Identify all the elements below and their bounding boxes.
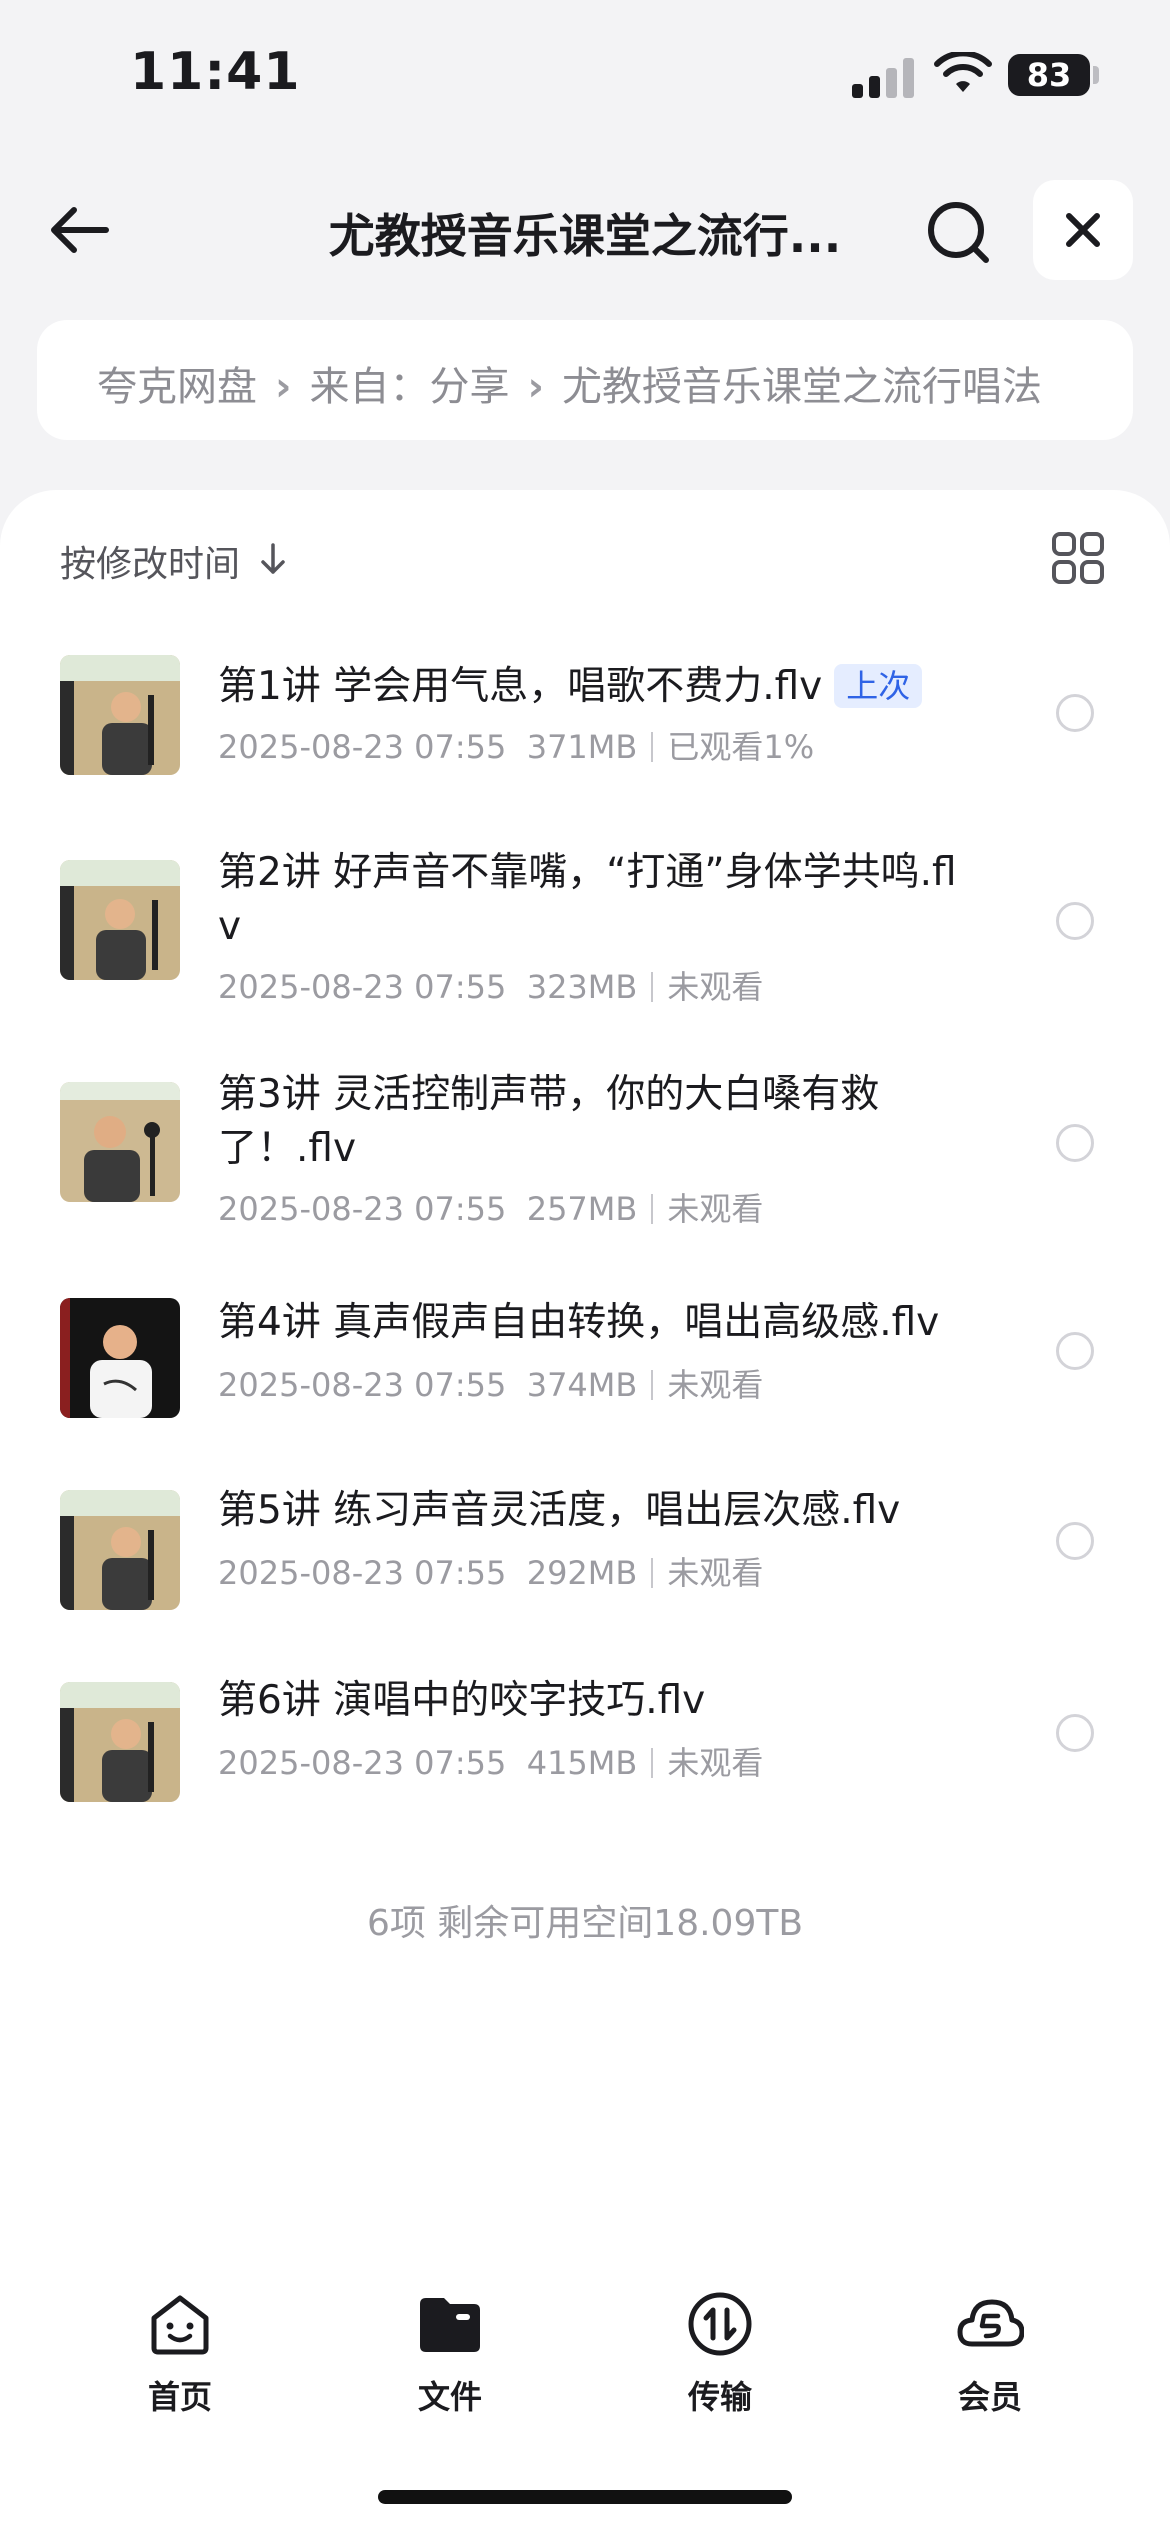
tab-home[interactable]: 首页 bbox=[80, 2280, 280, 2440]
file-date: 2025-08-23 07:55 bbox=[218, 1190, 507, 1228]
list-item[interactable]: 第6讲 演唱中的咬字技巧.flv 2025-08-23 07:55 415MB 未… bbox=[0, 1660, 1170, 1860]
video-thumbnail bbox=[60, 1298, 180, 1418]
file-name: 第5讲 练习声音灵活度，唱出层次感.flv bbox=[218, 1488, 901, 1533]
tab-label: 会员 bbox=[957, 2378, 1022, 2416]
home-face-icon bbox=[151, 2295, 209, 2355]
file-size: 292MB bbox=[526, 1554, 638, 1592]
close-icon bbox=[1066, 213, 1100, 247]
watch-status: 未观看 bbox=[667, 1190, 764, 1228]
file-meta: 2025-08-23 07:55 415MB 未观看 bbox=[218, 1738, 763, 1784]
video-thumbnail bbox=[60, 1682, 180, 1802]
file-name: 第1讲 学会用气息，唱歌不费力.flv 上次 bbox=[218, 660, 958, 714]
sort-button[interactable]: 按修改时间 bbox=[60, 535, 288, 587]
list-item[interactable]: 第2讲 好声音不靠嘴，“打通”身体学共鸣.flv 2025-08-23 07:5… bbox=[0, 840, 1170, 1060]
breadcrumb-share[interactable]: 来自：分享 bbox=[309, 364, 509, 410]
file-date: 2025-08-23 07:55 bbox=[218, 1366, 507, 1404]
tab-member[interactable]: 会员 bbox=[890, 2280, 1090, 2440]
tab-label: 首页 bbox=[147, 2378, 212, 2416]
breadcrumb-root[interactable]: 夸克网盘 bbox=[97, 364, 257, 410]
file-meta: 2025-08-23 07:55 371MB 已观看1% bbox=[218, 722, 814, 768]
file-date: 2025-08-23 07:55 bbox=[218, 968, 507, 1006]
watch-status: 未观看 bbox=[667, 1744, 764, 1782]
breadcrumb-current: 尤教授音乐课堂之流行唱法 bbox=[561, 364, 1042, 410]
chevron-right-icon: › bbox=[275, 364, 292, 410]
watch-status: 未观看 bbox=[667, 1554, 764, 1592]
file-size: 415MB bbox=[526, 1744, 638, 1782]
video-thumbnail bbox=[60, 1490, 180, 1610]
video-thumbnail bbox=[60, 655, 180, 775]
close-button[interactable] bbox=[1033, 180, 1133, 280]
select-radio[interactable] bbox=[1056, 902, 1094, 940]
list-item[interactable]: 第5讲 练习声音灵活度，唱出层次感.flv 2025-08-23 07:55 2… bbox=[0, 1470, 1170, 1660]
battery-cap bbox=[1093, 66, 1099, 84]
breadcrumb: 夸克网盘 › 来自：分享 › 尤教授音乐课堂之流行唱法 bbox=[37, 320, 1133, 440]
list-item[interactable]: 第3讲 灵活控制声带，你的大白嗓有救了！.flv 2025-08-23 07:5… bbox=[0, 1060, 1170, 1280]
select-radio[interactable] bbox=[1056, 1124, 1094, 1162]
select-radio[interactable] bbox=[1056, 1714, 1094, 1752]
file-size: 374MB bbox=[526, 1366, 638, 1404]
search-icon[interactable] bbox=[920, 194, 996, 270]
status-time: 11:41 bbox=[130, 42, 301, 102]
file-meta: 2025-08-23 07:55 292MB 未观看 bbox=[218, 1548, 763, 1594]
last-played-badge: 上次 bbox=[834, 664, 923, 708]
nav-header: 尤教授音乐课堂之流行... bbox=[0, 170, 1170, 290]
file-size: 371MB bbox=[526, 728, 638, 766]
file-size: 257MB bbox=[526, 1190, 638, 1228]
select-radio[interactable] bbox=[1056, 1332, 1094, 1370]
video-thumbnail bbox=[60, 1082, 180, 1202]
file-name: 第6讲 演唱中的咬字技巧.flv bbox=[218, 1678, 706, 1723]
list-item[interactable]: 第1讲 学会用气息，唱歌不费力.flv 上次 2025-08-23 07:55 3… bbox=[0, 640, 1170, 840]
tab-transfer[interactable]: 传输 bbox=[620, 2280, 820, 2440]
wifi-icon bbox=[934, 52, 992, 92]
status-bar: 11:41 83 bbox=[0, 0, 1170, 150]
page-title: 尤教授音乐课堂之流行... bbox=[328, 209, 842, 263]
watch-status: 未观看 bbox=[667, 968, 764, 1006]
bottom-tab-bar: 首页 文件 传输 会员 bbox=[0, 2280, 1170, 2440]
file-name: 第3讲 灵活控制声带，你的大白嗓有救了！.flv bbox=[218, 1072, 880, 1171]
transfer-icon bbox=[688, 2292, 752, 2356]
video-thumbnail bbox=[60, 860, 180, 980]
file-meta: 2025-08-23 07:55 323MB 未观看 bbox=[218, 962, 763, 1008]
tab-label: 文件 bbox=[417, 2378, 482, 2416]
battery-level: 83 bbox=[1008, 54, 1090, 96]
back-arrow-icon[interactable] bbox=[44, 194, 116, 266]
file-size: 323MB bbox=[526, 968, 638, 1006]
file-name: 第2讲 好声音不靠嘴，“打通”身体学共鸣.flv bbox=[218, 850, 957, 949]
tab-label: 传输 bbox=[687, 2378, 752, 2416]
file-meta: 2025-08-23 07:55 374MB 未观看 bbox=[218, 1360, 763, 1406]
arrow-down-icon bbox=[261, 543, 285, 574]
file-date: 2025-08-23 07:55 bbox=[218, 1744, 507, 1782]
grid-view-icon[interactable] bbox=[1050, 530, 1106, 586]
storage-summary: 6项 剩余可用空间18.09TB bbox=[366, 1903, 804, 1944]
cellular-signal-icon bbox=[852, 58, 916, 98]
watch-status: 已观看1% bbox=[667, 728, 815, 766]
select-radio[interactable] bbox=[1056, 1522, 1094, 1560]
watch-status: 未观看 bbox=[667, 1366, 764, 1404]
file-list-panel: 按修改时间 第1讲 学会用气息，唱歌不费力.flv 上次 2025-08-23 0… bbox=[0, 490, 1170, 2532]
cloud-member-icon bbox=[957, 2299, 1024, 2347]
file-name: 第4讲 真声假声自由转换，唱出高级感.flv bbox=[218, 1300, 940, 1345]
folder-icon bbox=[420, 2298, 480, 2352]
file-meta: 2025-08-23 07:55 257MB 未观看 bbox=[218, 1184, 763, 1230]
list-item[interactable]: 第4讲 真声假声自由转换，唱出高级感.flv 2025-08-23 07:55 … bbox=[0, 1280, 1170, 1470]
tab-files[interactable]: 文件 bbox=[350, 2280, 550, 2440]
chevron-right-icon: › bbox=[527, 364, 544, 410]
home-indicator bbox=[378, 2490, 792, 2504]
file-date: 2025-08-23 07:55 bbox=[218, 1554, 507, 1592]
sort-label: 按修改时间 bbox=[60, 544, 241, 585]
select-radio[interactable] bbox=[1056, 694, 1094, 732]
file-date: 2025-08-23 07:55 bbox=[218, 728, 507, 766]
